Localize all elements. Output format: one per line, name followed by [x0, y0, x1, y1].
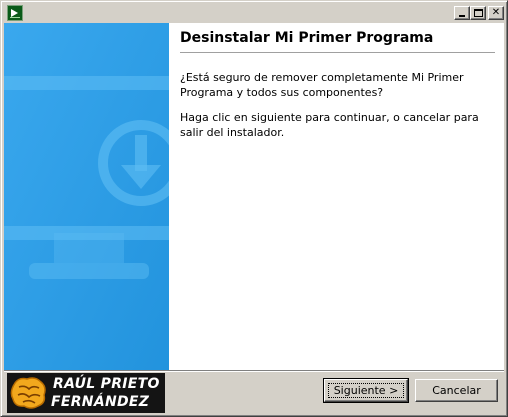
logo-text-line1: RAÚL PRIETO [53, 376, 160, 392]
sidebar-banner [4, 23, 169, 370]
instruction-text: Haga clic en siguiente para continuar, o… [180, 111, 479, 139]
focus-rectangle [328, 383, 404, 398]
minimize-icon [459, 15, 465, 17]
next-button[interactable]: Siguiente > [323, 378, 409, 403]
installer-window: ✕ Desinstalar Mi Primer Programa ¿Está s… [0, 0, 508, 417]
close-icon: ✕ [491, 7, 501, 18]
author-logo: RAÚL PRIETO FERNÁNDEZ [7, 373, 165, 413]
close-button[interactable]: ✕ [488, 6, 504, 20]
page-title: Desinstalar Mi Primer Programa [180, 30, 434, 46]
cancel-button[interactable]: Cancelar [415, 379, 498, 402]
brain-logo-icon [10, 377, 46, 409]
title-divider [180, 52, 495, 53]
monitor-download-icon [4, 23, 169, 370]
cancel-button-label: Cancelar [432, 384, 481, 397]
title-bar[interactable]: ✕ [4, 4, 504, 22]
logo-text-line2: FERNÁNDEZ [51, 394, 150, 410]
confirmation-text: ¿Está seguro de remover completamente Mi… [180, 71, 464, 99]
footer-divider [4, 370, 504, 372]
installer-app-icon [7, 5, 23, 21]
minimize-button[interactable] [454, 6, 470, 20]
maximize-icon [473, 9, 483, 17]
maximize-button[interactable] [470, 6, 486, 20]
content-panel: Desinstalar Mi Primer Programa ¿Está seg… [169, 23, 504, 370]
